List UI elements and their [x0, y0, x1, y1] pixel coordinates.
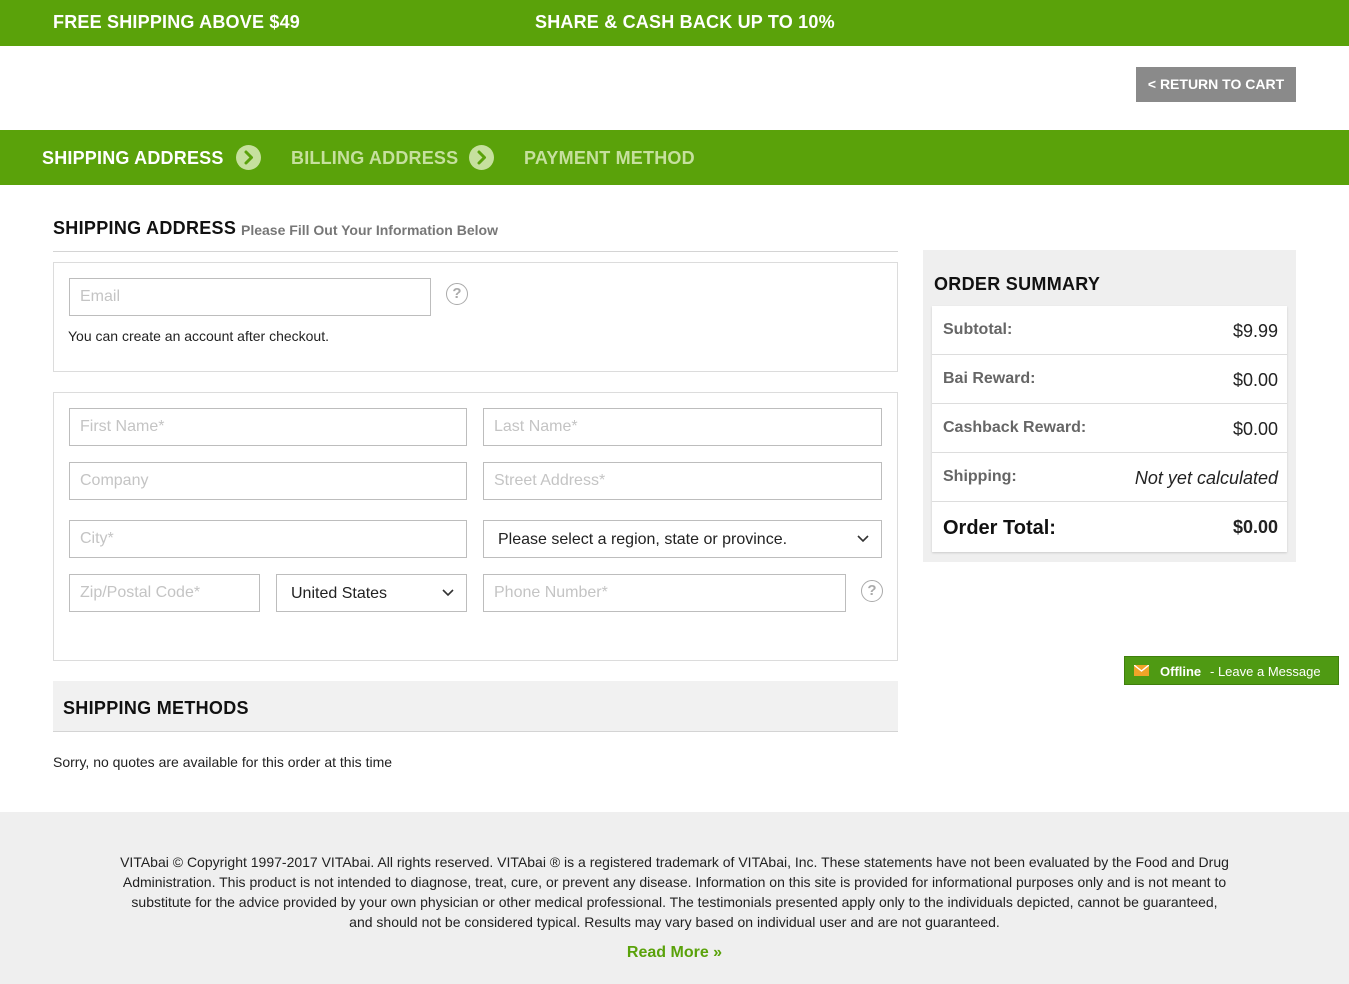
chevron-down-icon: [857, 535, 869, 543]
promo-cashback: SHARE & CASH BACK UP TO 10%: [535, 12, 835, 32]
offline-chat-button[interactable]: Offline - Leave a Message: [1124, 656, 1339, 685]
street-address-field[interactable]: [483, 462, 882, 500]
shipping-address-title: SHIPPING ADDRESS: [53, 218, 237, 238]
footer-disclaimer: VITAbai © Copyright 1997-2017 VITAbai. A…: [120, 854, 1229, 930]
last-name-field[interactable]: [483, 408, 882, 446]
help-icon[interactable]: ?: [861, 580, 883, 602]
order-summary-title: ORDER SUMMARY: [934, 274, 1101, 294]
phone-number-field[interactable]: [483, 574, 846, 612]
zip-code-field[interactable]: [69, 574, 260, 612]
summary-label: Shipping:: [943, 468, 1017, 485]
summary-value: $0.00: [1232, 370, 1278, 390]
return-to-cart-button[interactable]: < RETURN TO CART: [1136, 67, 1296, 102]
summary-label: Bai Reward:: [943, 370, 1036, 387]
city-field[interactable]: [69, 520, 467, 558]
summary-label: Subtotal:: [943, 321, 1013, 338]
region-select-value: Please select a region, state or provinc…: [498, 531, 788, 548]
region-select[interactable]: Please select a region, state or provinc…: [483, 520, 882, 558]
step-payment-method: PAYMENT METHOD: [524, 148, 695, 168]
country-select[interactable]: United States: [276, 574, 467, 612]
summary-label: Order Total:: [943, 517, 1056, 539]
step-shipping-address: SHIPPING ADDRESS: [42, 148, 224, 168]
summary-label: Cashback Reward:: [943, 419, 1087, 436]
summary-row-cashback-reward: Cashback Reward: $0.00: [932, 404, 1287, 453]
email-field[interactable]: [69, 278, 431, 316]
no-quotes-message: Sorry, no quotes are available for this …: [53, 754, 393, 770]
chat-message: - Leave a Message: [1210, 664, 1321, 679]
country-select-value: United States: [291, 585, 388, 602]
help-icon[interactable]: ?: [446, 283, 468, 305]
checkout-steps: SHIPPING ADDRESS BILLING ADDRESS PAYMENT…: [0, 130, 1349, 185]
company-field[interactable]: [69, 462, 467, 500]
summary-row-order-total: Order Total: $0.00: [932, 502, 1287, 552]
read-more-link[interactable]: Read More »: [0, 944, 1349, 962]
divider: [53, 251, 898, 252]
chat-status: Offline: [1160, 664, 1202, 679]
envelope-icon: [1134, 665, 1149, 676]
order-summary-table: Subtotal: $9.99 Bai Reward: $0.00 Cashba…: [932, 306, 1287, 552]
account-note: You can create an account after checkout…: [68, 328, 329, 344]
summary-value: $9.99: [1232, 321, 1278, 341]
summary-row-subtotal: Subtotal: $9.99: [932, 306, 1287, 355]
step-billing-address: BILLING ADDRESS: [291, 148, 459, 168]
summary-value: $0.00: [1232, 517, 1278, 537]
shipping-methods-header: SHIPPING METHODS: [53, 681, 898, 732]
promo-free-shipping: FREE SHIPPING ABOVE $49: [53, 12, 301, 32]
order-summary: ORDER SUMMARY Subtotal: $9.99 Bai Reward…: [923, 250, 1296, 562]
footer: VITAbai © Copyright 1997-2017 VITAbai. A…: [0, 812, 1349, 984]
summary-row-shipping: Shipping: Not yet calculated: [932, 453, 1287, 502]
shipping-methods-title: SHIPPING METHODS: [63, 698, 249, 718]
summary-row-bai-reward: Bai Reward: $0.00: [932, 355, 1287, 404]
chevron-right-icon: [469, 145, 494, 170]
summary-value: $0.00: [1232, 419, 1278, 439]
summary-value: Not yet calculated: [1134, 468, 1278, 488]
shipping-address-subtitle: Please Fill Out Your Information Below: [241, 222, 498, 238]
first-name-field[interactable]: [69, 408, 467, 446]
chevron-down-icon: [442, 589, 454, 597]
promo-bar: FREE SHIPPING ABOVE $49 SHARE & CASH BAC…: [0, 0, 1349, 46]
chevron-right-icon: [236, 145, 261, 170]
